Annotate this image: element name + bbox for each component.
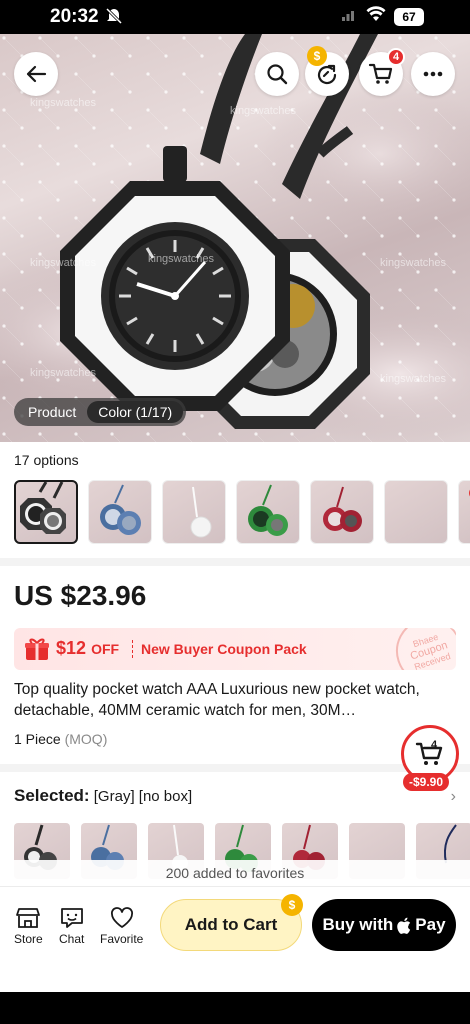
gift-icon [25,638,49,660]
product-title[interactable]: Top quality pocket watch AAA Luxurious n… [14,679,454,721]
cart-saving-badge: -$9.90 [403,773,450,791]
coupon-separator [132,640,133,658]
moq-quantity: 1 Piece [14,731,61,747]
cart-count-badge: 4 [387,48,405,66]
store-icon [16,908,41,928]
wifi-icon [366,6,386,27]
chat-button[interactable]: Chat [59,907,84,946]
battery-indicator: 67 [394,7,424,26]
search-icon [267,64,288,85]
add-to-cart-label: Add to Cart [184,915,278,934]
moq-info: 1 Piece (MOQ) [14,731,107,747]
selected-value: [Gray] [no box] [93,788,193,805]
color-thumbnails [14,480,470,544]
product-price: US $23.96 [14,580,147,611]
back-button[interactable] [14,52,58,96]
add-to-cart-button[interactable]: Add to Cart $ [160,894,303,951]
color-option-white[interactable] [162,480,226,544]
floating-cart-count: 4 [431,739,438,751]
selected-label: Selected: [14,786,90,805]
action-bar: Store Chat Favorite Add to Cart $ Buy wi… [0,886,470,992]
more-dots-icon [423,71,443,77]
tab-product[interactable]: Product [17,401,87,423]
arrow-left-icon [26,65,47,83]
chat-icon [60,908,83,928]
cart-icon [368,63,393,84]
share-button[interactable]: $ [305,46,349,96]
hero-watermark-7: kingswatches [380,373,447,385]
product-details: 17 options US $23.96 $12 OFF New Buyer C… [0,442,470,992]
buy-prefix-label: Buy with [322,915,394,934]
floating-cart[interactable]: 4 -$9.90 [401,725,461,797]
store-button[interactable]: Store [14,907,43,946]
product-photo: kingswatches kingswatches kingswatches k… [0,34,470,442]
more-button[interactable] [411,52,455,96]
coupon-received-stamp: Bhaee Coupon Received [387,628,456,670]
hero-watermark-6: kingswatches [30,367,97,379]
hero-watermark-1: kingswatches [30,97,97,109]
favorite-button[interactable]: Favorite [100,907,143,946]
media-toggle: Product Color (1/17) [14,398,187,426]
hero-watermark-3: kingswatches [30,257,97,269]
mute-icon [105,7,123,30]
color-option-red[interactable] [310,480,374,544]
color-option-gray[interactable] [14,480,78,544]
store-label: Store [14,932,43,946]
coupon-label: New Buyer Coupon Pack [141,641,307,657]
buy-suffix-label: Pay [415,915,446,934]
buy-with-apple-pay-button[interactable]: Buy with Pay [312,899,456,951]
options-count: 17 options [14,452,79,468]
favorites-count: 200 added to favorites [0,860,470,886]
color-option-pink[interactable] [384,480,448,544]
signal-icon [342,7,358,26]
cart-icon [415,742,443,765]
search-button[interactable] [255,52,299,96]
coin-icon: $ [307,46,327,66]
color-option-more[interactable] [458,480,470,544]
hero-watermark-5: kingswatches [380,257,447,269]
product-gallery[interactable]: kingswatches kingswatches kingswatches k… [0,34,470,442]
color-option-green[interactable] [236,480,300,544]
coupon-banner[interactable]: $12 OFF New Buyer Coupon Pack Bhaee Coup… [14,628,456,670]
coin-icon: $ [281,894,303,916]
hero-watermark-4: kingswatches [148,253,215,265]
color-option-blue[interactable] [88,480,152,544]
selected-variant-row[interactable]: Selected: [Gray] [no box] [14,786,192,806]
favorite-label: Favorite [100,932,144,946]
cart-button[interactable]: 4 [359,48,405,96]
tab-color[interactable]: Color (1/17) [87,401,184,423]
status-bar: 20:32 67 [0,0,470,34]
coupon-amount: $12 OFF [56,638,120,658]
section-divider [0,558,470,566]
heart-icon [110,907,133,928]
section-divider [0,764,470,772]
chat-label: Chat [59,932,85,946]
apple-logo-icon [397,917,411,934]
moq-label: (MOQ) [64,731,108,747]
status-time: 20:32 [50,6,99,27]
hero-watermark-2: kingswatches [230,105,297,117]
system-nav-area [0,992,470,1024]
